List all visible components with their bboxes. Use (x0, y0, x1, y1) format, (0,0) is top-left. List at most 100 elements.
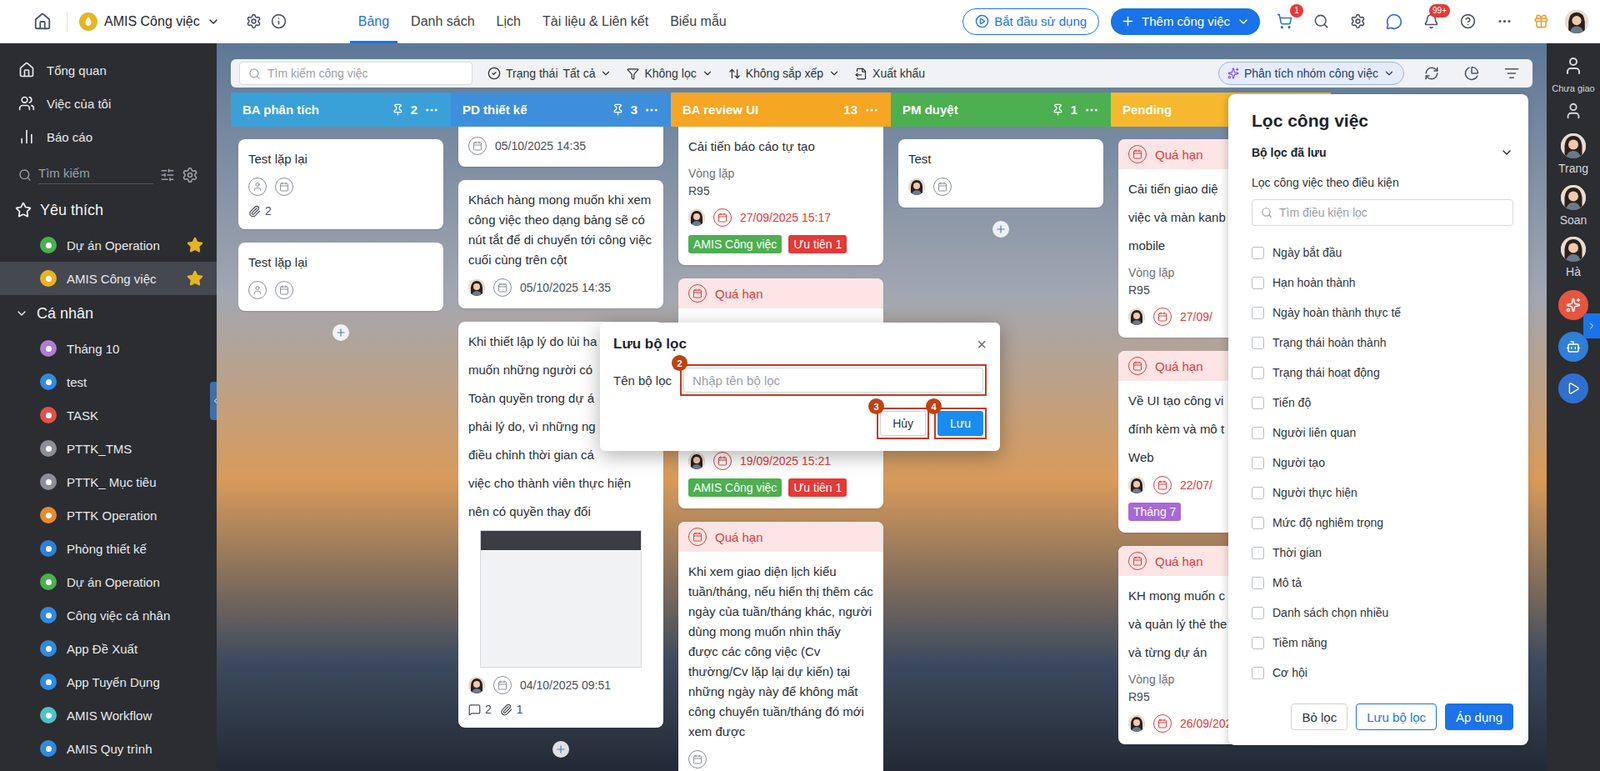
calendar-icon[interactable] (275, 177, 294, 196)
task-card[interactable]: Test (898, 139, 1104, 208)
calendar-icon[interactable] (275, 280, 294, 300)
rail-person[interactable]: Trang (1558, 133, 1589, 175)
expand-rail-button[interactable] (1583, 313, 1600, 339)
saved-filters[interactable]: Bộ lọc đã lưu (1251, 145, 1514, 160)
calendar-icon[interactable] (713, 451, 732, 470)
favorite-star-icon[interactable] (186, 270, 204, 287)
project-item[interactable]: App Đề Xuất (0, 631, 217, 665)
gear-icon[interactable] (181, 166, 199, 184)
view-tab[interactable]: Bảng (350, 0, 398, 44)
checkbox[interactable] (1251, 426, 1265, 440)
checkbox[interactable] (1251, 516, 1265, 530)
add-task-button[interactable]: Thêm công việc (1110, 8, 1260, 35)
condition-row[interactable]: Trạng thái hoàn thành (1251, 327, 1514, 358)
project-item[interactable]: Phòng thiết kế (0, 531, 217, 565)
assignee-empty-icon[interactable] (248, 177, 267, 196)
app-switcher[interactable]: AMIS Công việc (79, 12, 220, 31)
dialog-button[interactable]: Lưu (937, 410, 984, 436)
task-card[interactable]: Test lặp lại2 (238, 139, 444, 230)
condition-row[interactable]: Danh sách chọn nhiều (1251, 597, 1514, 628)
view-tab[interactable]: Biểu mẫu (661, 0, 735, 44)
project-item[interactable]: Tháng 10 (0, 331, 217, 365)
checkbox[interactable] (1251, 366, 1265, 380)
add-card-button[interactable] (332, 324, 350, 341)
calendar-icon[interactable] (688, 750, 707, 769)
home-icon[interactable] (30, 9, 55, 35)
status-filter[interactable]: Trạng tháiTất cả (487, 66, 612, 80)
nav-item[interactable]: Tổng quan (0, 53, 217, 87)
rule-icon[interactable] (611, 103, 625, 116)
dialog-button[interactable]: Hủy (880, 410, 926, 436)
bell-icon[interactable]: 99+ (1418, 9, 1444, 35)
condition-row[interactable]: Trạng thái hoạt động (1251, 357, 1514, 388)
calendar-icon[interactable] (493, 278, 512, 297)
settings-icon[interactable] (1345, 9, 1370, 35)
calendar-icon[interactable] (468, 136, 487, 155)
rule-icon[interactable] (391, 103, 405, 116)
calendar-icon[interactable] (933, 177, 952, 196)
condition-row[interactable]: Mức độ nghiêm trọng (1251, 507, 1514, 538)
task-card[interactable]: Quá hạnKhi xem giao diện lịch kiểu tuần/… (678, 521, 884, 771)
condition-row[interactable]: Mô tả (1251, 567, 1514, 598)
rule-icon[interactable] (1051, 103, 1065, 116)
rail-person[interactable]: Hà (1560, 236, 1586, 279)
task-card[interactable]: Cải tiến báo cáo tự tạoVòng lặpR9527/09/… (678, 126, 884, 265)
calendar-icon[interactable] (1153, 475, 1172, 495)
play-icon[interactable] (1558, 373, 1589, 404)
filter-name-input[interactable]: Nhập tên bộ lọc (683, 367, 984, 393)
favorites-header[interactable]: Yêu thích (0, 191, 217, 229)
export-button[interactable]: Xuất khẩu (855, 66, 925, 80)
start-button[interactable]: Bắt đầu sử dụng (962, 8, 1100, 35)
user-icon[interactable] (1560, 98, 1586, 124)
analysis-button[interactable]: Phân tích nhóm công việc (1218, 61, 1405, 85)
more-icon[interactable] (1491, 9, 1517, 35)
condition-row[interactable]: Hạn hoàn thành (1251, 267, 1514, 298)
sliders-icon[interactable] (160, 167, 175, 183)
favorite-item[interactable]: AMIS Công việc (0, 261, 217, 295)
condition-row[interactable]: Tiến độ (1251, 387, 1514, 418)
condition-row[interactable]: Người tạo (1251, 447, 1514, 478)
checkbox[interactable] (1251, 306, 1265, 320)
project-item[interactable]: AMIS Workflow (0, 698, 217, 732)
panel-button[interactable]: Bỏ lọc (1290, 703, 1348, 730)
view-tab[interactable]: Lịch (488, 0, 530, 44)
view-tab[interactable]: Danh sách (402, 0, 484, 44)
add-card-button[interactable] (552, 740, 570, 758)
help-icon[interactable] (1455, 9, 1480, 35)
column-menu-icon[interactable] (1084, 102, 1100, 118)
task-search[interactable]: Tìm kiếm công việc (239, 61, 473, 85)
calendar-icon[interactable] (1153, 714, 1172, 733)
checkbox[interactable] (1251, 576, 1265, 590)
project-item[interactable]: PTTK Operation (0, 498, 217, 532)
info-icon[interactable] (266, 9, 292, 35)
condition-row[interactable]: Người liên quan (1251, 417, 1514, 448)
column-menu-icon[interactable] (644, 102, 660, 118)
close-button[interactable]: × (976, 335, 987, 353)
chart-pie-icon[interactable] (1459, 60, 1485, 86)
project-item[interactable]: PTTK_ Mục tiêu (0, 465, 217, 499)
view-tab[interactable]: Tài liệu & Liên kết (534, 0, 657, 44)
personal-header[interactable]: Cá nhân (0, 295, 217, 332)
gift-icon[interactable] (1528, 9, 1554, 35)
checkbox[interactable] (1251, 276, 1265, 290)
checkbox[interactable] (1251, 336, 1265, 350)
nav-item[interactable]: Việc của tôi (0, 86, 217, 120)
calendar-icon[interactable] (713, 208, 732, 227)
condition-row[interactable]: Thời gian (1251, 537, 1514, 568)
favorite-item[interactable]: Dự án Operation (0, 228, 217, 262)
search-icon[interactable] (1308, 9, 1334, 35)
condition-search[interactable]: Tìm điều kiện lọc (1251, 199, 1514, 226)
settings-icon[interactable] (241, 9, 267, 35)
checkbox[interactable] (1251, 246, 1265, 260)
filter-dropdown[interactable]: Không lọc (626, 66, 713, 80)
condition-row[interactable]: Tiềm năng (1251, 627, 1514, 658)
task-card[interactable]: Khách hàng mong muốn khi xem công việc t… (458, 180, 664, 309)
condition-row[interactable]: Người thực hiện (1251, 477, 1514, 508)
project-item[interactable]: Công việc cá nhân (0, 598, 217, 632)
list-filter-icon[interactable] (1499, 60, 1525, 86)
attachment-image[interactable] (480, 530, 642, 668)
column-menu-icon[interactable] (864, 102, 880, 118)
add-card-button[interactable] (992, 220, 1010, 238)
unassigned-icon[interactable] (1560, 53, 1586, 79)
chat-icon[interactable] (1381, 9, 1407, 35)
